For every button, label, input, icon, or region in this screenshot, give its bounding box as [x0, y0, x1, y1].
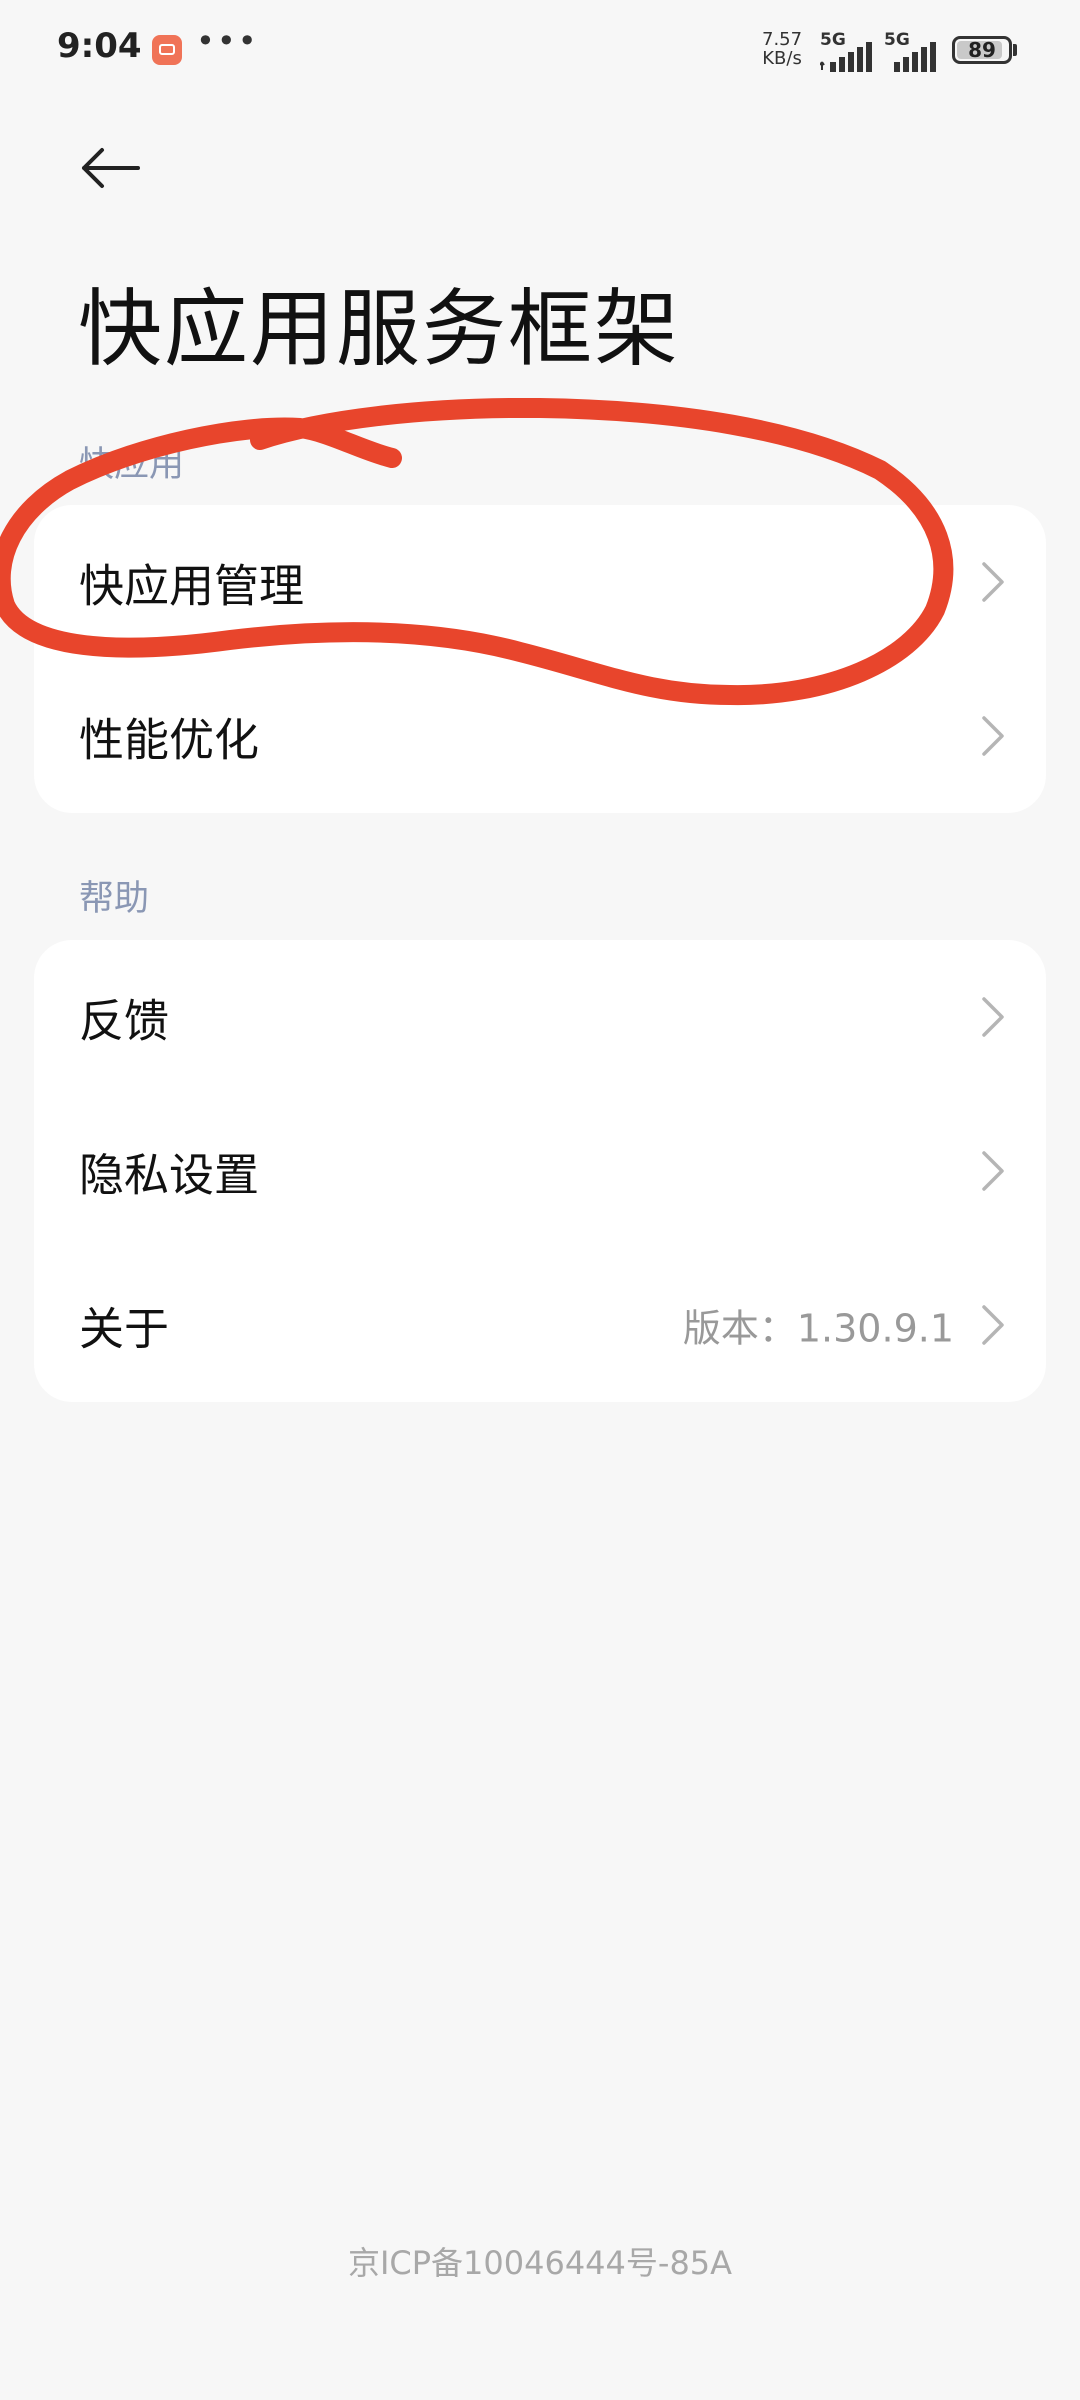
quick-app-card: 快应用管理 性能优化 — [34, 505, 1046, 813]
icp-license: 京ICP备10046444号-85A — [347, 2244, 733, 2282]
app-notification-icon — [152, 35, 182, 65]
privacy-settings-item[interactable]: 隐私设置 — [34, 1094, 1046, 1248]
privacy-settings-label: 隐私设置 — [79, 1148, 260, 1202]
section-header-quick-app: 快应用 — [79, 445, 185, 485]
quick-app-management-item[interactable]: 快应用管理 — [34, 505, 1046, 659]
feedback-item[interactable]: 反馈 — [34, 940, 1046, 1094]
battery-icon: 89 — [952, 36, 1012, 64]
chevron-right-icon — [982, 562, 1004, 602]
help-card: 反馈 隐私设置 关于 版本：1.30.9.1 — [34, 940, 1046, 1402]
about-label: 关于 — [79, 1302, 170, 1356]
chevron-right-icon — [982, 1305, 1004, 1345]
network-speed-value: 7.57 — [762, 29, 803, 50]
battery-level: 89 — [968, 38, 996, 62]
back-button[interactable] — [70, 128, 150, 208]
status-time: 9:04 — [57, 26, 142, 66]
version-value: 版本：1.30.9.1 — [682, 1306, 954, 1351]
status-bar: 9:04 ••• 7.57 KB/s 5G 5G 89 — [0, 0, 1080, 100]
more-notifications-icon: ••• — [196, 22, 259, 60]
feedback-label: 反馈 — [79, 994, 170, 1048]
network-speed-unit: KB/s — [762, 48, 802, 69]
network-speed: 7.57 KB/s — [762, 30, 802, 68]
about-item[interactable]: 关于 版本：1.30.9.1 — [34, 1248, 1046, 1402]
performance-optimization-label: 性能优化 — [79, 713, 260, 767]
chevron-right-icon — [982, 997, 1004, 1037]
section-header-help: 帮助 — [79, 879, 150, 919]
quick-app-management-label: 快应用管理 — [79, 559, 305, 613]
battery-tip — [1013, 44, 1017, 56]
arrow-left-icon — [82, 148, 140, 188]
performance-optimization-item[interactable]: 性能优化 — [34, 659, 1046, 813]
chevron-right-icon — [982, 1151, 1004, 1191]
page-title: 快应用服务框架 — [78, 280, 681, 378]
chevron-right-icon — [982, 716, 1004, 756]
